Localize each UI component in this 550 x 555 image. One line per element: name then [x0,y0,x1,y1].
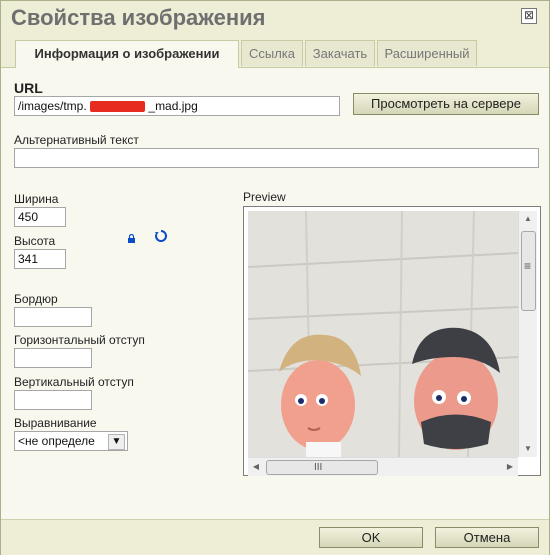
hspace-input[interactable] [14,348,92,368]
chevron-down-icon[interactable]: ▼ [108,434,125,450]
browse-server-button[interactable]: Просмотреть на сервере [353,93,539,115]
tab-bar: Информация о изображении Ссылка Закачать… [1,37,549,68]
tab-link[interactable]: Ссылка [241,40,303,66]
vspace-input[interactable] [14,390,92,410]
height-input[interactable]: 341 [14,249,66,269]
vertical-scroll-thumb[interactable]: ≡ [521,231,536,311]
close-icon[interactable]: ⊠ [521,8,537,24]
preview-horizontal-scrollbar[interactable]: ◀ III ▶ [248,457,518,476]
width-label: Ширина [14,192,59,206]
width-input[interactable]: 450 [14,207,66,227]
url-text-prefix: /images/tmp. [18,99,87,113]
alt-text-input[interactable] [14,148,539,168]
hspace-label: Горизонтальный отступ [14,333,145,347]
vertical-grip-icon: ≡ [524,259,532,273]
scroll-left-icon[interactable]: ◀ [248,458,264,476]
scroll-down-icon[interactable]: ▼ [519,441,537,457]
vspace-label: Вертикальный отступ [14,375,134,389]
reset-size-icon[interactable] [154,229,168,243]
lock-ratio-icon[interactable] [127,230,136,243]
preview-vertical-scrollbar[interactable]: ▲ ≡ ▼ [518,211,537,457]
dialog-footer: OK Отмена [1,519,549,555]
url-text-suffix: _mad.jpg [148,99,198,113]
preview-pane: ▲ ≡ ▼ ◀ III ▶ [243,206,541,476]
preview-image [248,211,518,457]
url-input[interactable]: /images/tmp. _mad.jpg [14,96,340,116]
ok-button[interactable]: OK [319,527,423,548]
url-label: URL [14,80,43,96]
tab-advanced[interactable]: Расширенный [377,40,477,66]
horizontal-grip-icon: III [314,462,323,473]
cancel-button[interactable]: Отмена [435,527,539,548]
horizontal-scroll-thumb[interactable]: III [266,460,378,475]
alt-text-label: Альтернативный текст [14,133,139,147]
align-select[interactable]: <не определе ▼ [14,431,128,451]
scroll-up-icon[interactable]: ▲ [519,211,537,227]
align-label: Выравнивание [14,416,97,430]
scroll-right-icon[interactable]: ▶ [502,458,518,476]
dialog-title: Свойства изображения [11,5,266,30]
border-label: Бордюр [14,292,58,306]
title-bar: Свойства изображения ⊠ [1,1,549,37]
align-value: <не определе [18,434,95,448]
tab-image-info[interactable]: Информация о изображении [15,40,239,68]
image-properties-dialog: Свойства изображения ⊠ Информация о изоб… [0,0,550,555]
preview-label: Preview [243,190,286,204]
url-redaction [90,101,146,113]
border-input[interactable] [14,307,92,327]
height-label: Высота [14,234,56,248]
tab-upload[interactable]: Закачать [305,40,375,66]
